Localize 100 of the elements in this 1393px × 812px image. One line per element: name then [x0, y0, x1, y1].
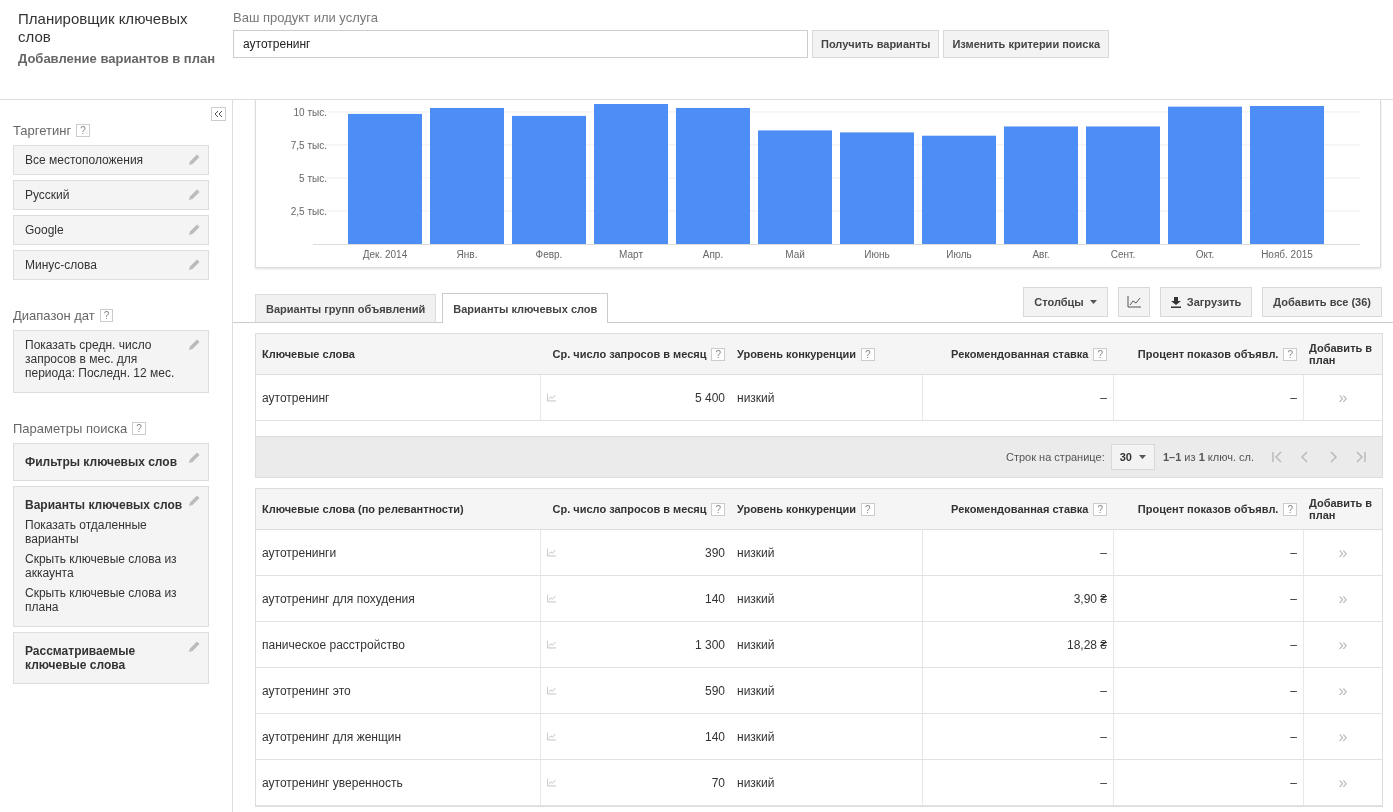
card-text: Минус-слова — [25, 258, 98, 272]
tab[interactable]: Варианты ключевых слов — [442, 293, 609, 323]
column-header[interactable]: Ключевые слова — [262, 348, 355, 360]
column-header[interactable]: Рекомендованная ставка — [951, 348, 1089, 360]
last-page-icon[interactable] — [1354, 450, 1368, 464]
keyword-cell: паническое расстройство — [262, 637, 405, 652]
help-icon[interactable]: ? — [76, 124, 90, 137]
card-title: Фильтры ключевых слов — [25, 455, 179, 469]
axis-label: Нояб. 2015 — [1261, 249, 1313, 260]
axis-label: Сент. — [1110, 249, 1136, 260]
impression-share-cell: – — [1290, 729, 1297, 744]
action-button[interactable]: Изменить критерии поиска — [943, 30, 1110, 58]
pencil-icon[interactable] — [188, 451, 201, 464]
search-field[interactable]: аутотренинг — [233, 30, 808, 58]
impression-share-cell: – — [1290, 390, 1297, 405]
axis-label: Окт. — [1195, 249, 1215, 260]
pencil-icon[interactable] — [188, 494, 201, 507]
tab[interactable]: Варианты групп объявлений — [255, 294, 437, 322]
chart-toggle-button[interactable] — [1117, 287, 1150, 317]
help-icon[interactable]: ? — [1283, 347, 1297, 361]
card-text: Русский — [25, 188, 71, 202]
filter-card[interactable]: Показать средн. число запросов в мес. для периода: Последн. 12 мес. — [13, 330, 209, 393]
add-all-button[interactable]: Добавить все (36) — [1262, 287, 1382, 317]
section-title: Таргетинг — [13, 123, 72, 138]
filter-card[interactable]: Минус-слова — [13, 250, 209, 280]
axis-label: Дек. 2014 — [362, 249, 408, 260]
bid-cell: – — [1100, 729, 1107, 744]
filter-card[interactable]: Рассматриваемые ключевые слова — [13, 632, 209, 684]
first-page-icon[interactable] — [1270, 450, 1284, 464]
bid-cell: – — [1100, 545, 1107, 560]
help-icon[interactable]: ? — [711, 347, 725, 361]
trend-chart-icon[interactable] — [547, 547, 556, 558]
search-volume-cell: 5 400 — [694, 390, 725, 405]
impression-share-cell: – — [1290, 683, 1297, 698]
columns-button[interactable]: Столбцы — [1023, 287, 1108, 317]
impression-share-cell: – — [1290, 637, 1297, 652]
column-header[interactable]: Уровень конкуренции — [737, 503, 857, 515]
filter-card[interactable]: Все местоположения — [13, 145, 209, 175]
help-icon[interactable]: ? — [1093, 502, 1107, 516]
search-volume-cell: 1 300 — [694, 637, 725, 652]
filter-card[interactable]: Русский — [13, 180, 209, 210]
card-option: Показать отдаленные варианты — [25, 518, 184, 546]
help-icon[interactable]: ? — [99, 309, 114, 322]
card-text: Показать средн. число запросов в мес. для периода: Последн. 12 мес. — [25, 338, 176, 380]
caret-icon — [1089, 300, 1097, 304]
competition-cell: низкий — [737, 683, 775, 698]
card-option: Скрыть ключевые слова из плана — [25, 586, 184, 614]
trend-chart-icon[interactable] — [547, 392, 556, 403]
help-icon[interactable]: ? — [861, 347, 875, 361]
field-label: Ваш продукт или услуга — [233, 10, 379, 25]
keyword-cell: аутотренинг — [262, 390, 330, 405]
pencil-icon[interactable] — [188, 188, 201, 201]
column-header[interactable]: Процент показов объявл. — [1137, 348, 1279, 360]
collapse-button[interactable] — [211, 107, 226, 121]
column-header[interactable]: Рекомендованная ставка — [951, 503, 1089, 515]
filter-card[interactable]: Фильтры ключевых слов — [13, 443, 209, 481]
trend-chart-icon[interactable] — [547, 777, 556, 788]
axis-label: Авг. — [1032, 249, 1050, 260]
trend-chart-icon[interactable] — [547, 685, 556, 696]
section-title: Диапазон дат — [13, 308, 95, 323]
line-chart-icon — [1126, 296, 1141, 308]
help-icon[interactable]: ? — [711, 502, 725, 516]
page-title: Планировщик ключевых слов — [18, 10, 189, 46]
bid-cell: – — [1100, 775, 1107, 790]
trend-chart-icon[interactable] — [547, 639, 556, 650]
rows-per-page-label: Строк на странице: — [1006, 451, 1105, 463]
column-header[interactable]: Процент показов объявл. — [1137, 503, 1279, 515]
pencil-icon[interactable] — [188, 338, 201, 351]
impression-share-cell: – — [1290, 775, 1297, 790]
pencil-icon[interactable] — [188, 153, 201, 166]
card-option: Скрыть ключевые слова из аккаунта — [25, 552, 184, 580]
axis-label: Февр. — [535, 249, 563, 260]
filter-card[interactable]: Google — [13, 215, 209, 245]
download-button[interactable]: Загрузить — [1159, 287, 1253, 317]
column-header[interactable]: Ср. число запросов в месяц — [552, 503, 707, 515]
column-header[interactable]: Уровень конкуренции — [737, 348, 857, 360]
trend-chart-icon[interactable] — [547, 593, 556, 604]
pencil-icon[interactable] — [188, 258, 201, 271]
axis-tick-label: 5 тыс. — [299, 172, 327, 184]
download-icon — [1170, 296, 1181, 308]
card-text: Все местоположения — [25, 153, 145, 167]
impression-share-cell: – — [1290, 591, 1297, 606]
help-icon[interactable]: ? — [861, 502, 875, 516]
competition-cell: низкий — [737, 591, 775, 606]
rows-per-page-select[interactable]: 30 — [1110, 444, 1155, 470]
action-button[interactable]: Получить варианты — [812, 30, 940, 58]
pencil-icon[interactable] — [188, 223, 201, 236]
help-icon[interactable]: ? — [132, 422, 146, 435]
help-icon[interactable]: ? — [1093, 347, 1107, 361]
competition-cell: низкий — [737, 545, 775, 560]
axis-label: Апр. — [702, 249, 724, 260]
filter-card[interactable]: Варианты ключевых слов Показать отдаленные варианты Скрыть ключевые слова из аккаунта Скрыть ключевые слова из плана — [13, 486, 209, 627]
competition-cell: низкий — [737, 390, 775, 405]
column-header[interactable]: Ср. число запросов в месяц — [552, 348, 707, 360]
help-icon[interactable]: ? — [1283, 502, 1297, 516]
page-subtitle: Добавление вариантов в план — [18, 51, 217, 66]
axis-label: Июнь — [864, 249, 890, 260]
card-title: Варианты ключевых слов — [25, 498, 184, 512]
pencil-icon[interactable] — [188, 640, 201, 653]
trend-chart-icon[interactable] — [547, 731, 556, 742]
